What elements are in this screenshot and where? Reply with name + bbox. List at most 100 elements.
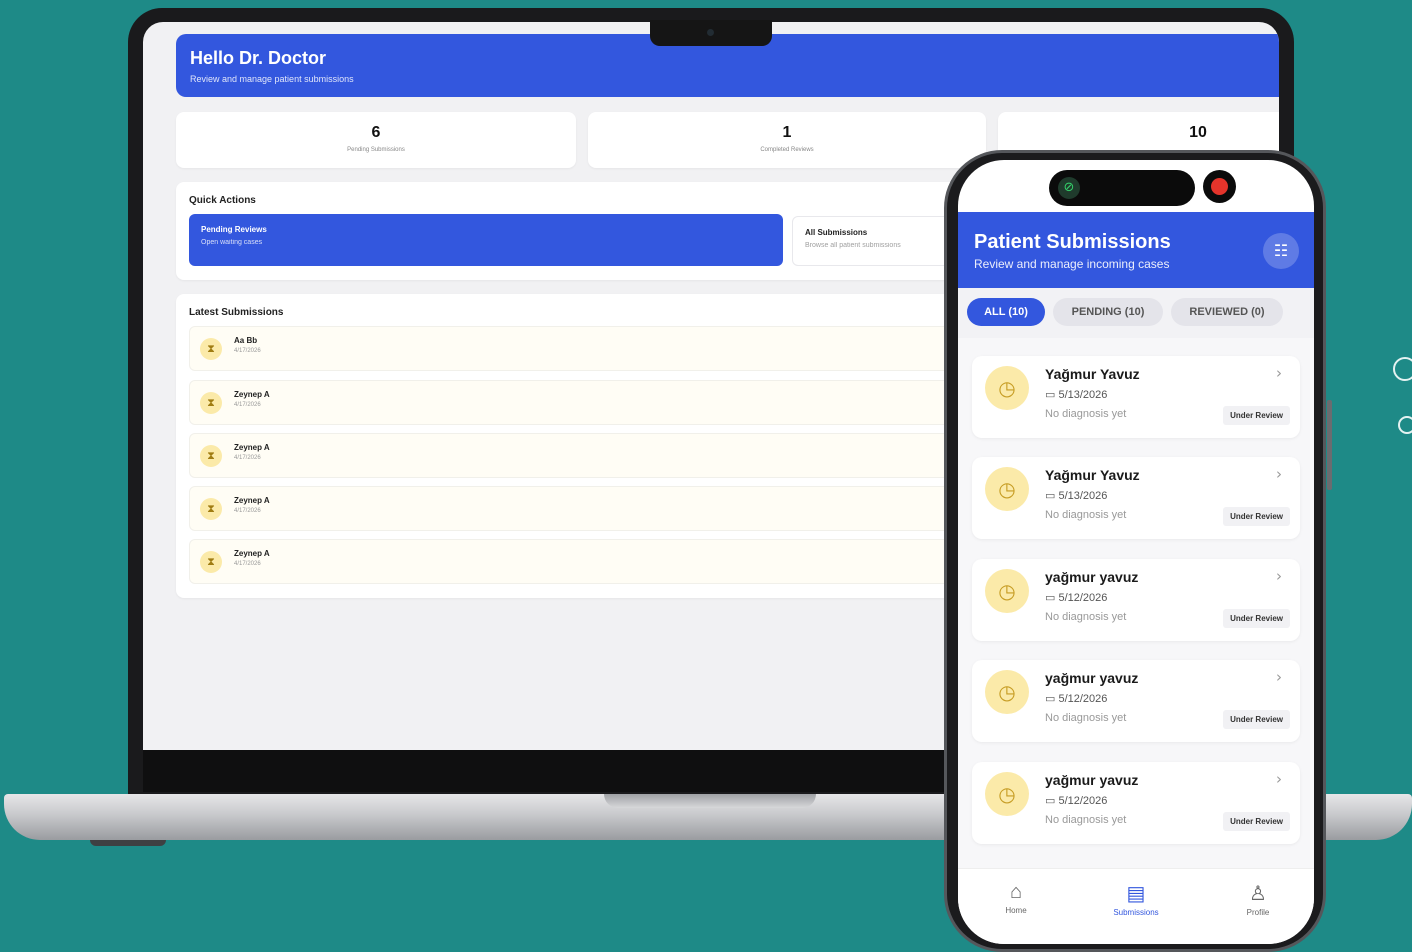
- calendar-icon: ▭: [1045, 592, 1059, 604]
- patient-name: Yağmur Yavuz: [1045, 366, 1140, 382]
- calendar-icon: ▭: [1045, 795, 1059, 807]
- camera-icon: [707, 29, 714, 36]
- person-icon: ♙: [1249, 883, 1267, 905]
- submission-date-text: 5/12/2026: [1058, 592, 1108, 604]
- pending-reviews-button[interactable]: Pending Reviews Open waiting cases: [189, 214, 783, 266]
- hourglass-icon: ⧗: [200, 498, 222, 520]
- patient-name: yağmur yavuz: [1045, 670, 1139, 686]
- tab-all[interactable]: ALL (10): [967, 298, 1045, 326]
- stat-value: 10: [1189, 124, 1207, 141]
- bottom-nav: ⌂ Home ▤ Submissions ♙ Profile: [958, 868, 1314, 944]
- status-badge: Under Review: [1223, 609, 1290, 628]
- chevron-right-icon: ›: [1276, 770, 1282, 788]
- submission-name: Zeynep A: [234, 549, 270, 558]
- submission-card[interactable]: ◷ Yağmur Yavuz ▭ 5/13/2026 No diagnosis …: [972, 356, 1300, 438]
- hourglass-icon: ⧗: [200, 338, 222, 360]
- submission-card[interactable]: ◷ yağmur yavuz ▭ 5/12/2026 No diagnosis …: [972, 660, 1300, 742]
- patient-name: Yağmur Yavuz: [1045, 467, 1140, 483]
- status-badge: Under Review: [1223, 406, 1290, 425]
- decorative-ring: [1398, 416, 1412, 434]
- nav-profile[interactable]: ♙ Profile: [1218, 881, 1298, 917]
- filter-icon[interactable]: ☷: [1263, 233, 1299, 269]
- submission-list: ◷ Yağmur Yavuz ▭ 5/13/2026 No diagnosis …: [958, 338, 1314, 868]
- clock-icon: ◷: [985, 366, 1029, 410]
- submission-name: Aa Bb: [234, 336, 258, 345]
- page-title: Patient Submissions: [974, 231, 1171, 253]
- status-badge: Under Review: [1223, 812, 1290, 831]
- submission-date-text: 5/13/2026: [1058, 389, 1108, 401]
- diagnosis-text: No diagnosis yet: [1045, 712, 1127, 724]
- stat-completed-reviews: 1 Completed Reviews: [588, 112, 986, 168]
- chevron-right-icon: ›: [1276, 668, 1282, 686]
- status-badge: Under Review: [1223, 710, 1290, 729]
- quick-actions-title: Quick Actions: [189, 195, 256, 206]
- chevron-right-icon: ›: [1276, 465, 1282, 483]
- hourglass-icon: ⧗: [200, 392, 222, 414]
- phone-side-button: [1327, 400, 1332, 490]
- patient-name: yağmur yavuz: [1045, 569, 1139, 585]
- greeting-title: Hello Dr. Doctor: [190, 48, 327, 68]
- clock-icon: ◷: [985, 569, 1029, 613]
- calendar-icon: ▭: [1045, 389, 1059, 401]
- diagnosis-text: No diagnosis yet: [1045, 611, 1127, 623]
- status-badge: Under Review: [1223, 507, 1290, 526]
- link-app-icon: ⊘: [1058, 177, 1080, 199]
- stat-pending-submissions: 6 Pending Submissions: [176, 112, 576, 168]
- pending-reviews-subtitle: Open waiting cases: [201, 239, 263, 246]
- submission-date: 4/17/2026: [234, 561, 261, 567]
- tab-reviewed[interactable]: REVIEWED (0): [1171, 298, 1283, 326]
- submission-name: Zeynep A: [234, 496, 270, 505]
- tab-pending[interactable]: PENDING (10): [1053, 298, 1163, 326]
- page-subtitle: Review and manage incoming cases: [974, 257, 1170, 271]
- document-icon: ▤: [1126, 883, 1146, 905]
- submission-date: 4/17/2026: [234, 348, 261, 354]
- diagnosis-text: No diagnosis yet: [1045, 509, 1127, 521]
- nav-submissions-label: Submissions: [1113, 908, 1159, 917]
- submission-date: ▭ 5/13/2026: [1045, 388, 1107, 401]
- calendar-icon: ▭: [1045, 490, 1059, 502]
- submission-date-text: 5/13/2026: [1058, 490, 1108, 502]
- stat-value: 6: [371, 124, 381, 141]
- submission-date: 4/17/2026: [234, 455, 261, 461]
- nav-submissions[interactable]: ▤ Submissions: [1096, 881, 1176, 917]
- nav-profile-label: Profile: [1246, 908, 1270, 917]
- nav-home[interactable]: ⌂ Home: [976, 881, 1056, 915]
- diagnosis-text: No diagnosis yet: [1045, 814, 1127, 826]
- pending-reviews-label: Pending Reviews: [201, 225, 267, 234]
- submission-date-text: 5/12/2026: [1058, 795, 1108, 807]
- filter-tabs: ALL (10) PENDING (10) REVIEWED (0): [958, 288, 1314, 338]
- greeting-subtitle: Review and manage patient submissions: [190, 74, 354, 84]
- calendar-icon: ▭: [1045, 693, 1059, 705]
- nav-home-label: Home: [1005, 906, 1027, 915]
- hourglass-icon: ⧗: [200, 445, 222, 467]
- submission-card[interactable]: ◷ yağmur yavuz ▭ 5/12/2026 No diagnosis …: [972, 762, 1300, 844]
- submission-date: 4/17/2026: [234, 402, 261, 408]
- submission-date: ▭ 5/12/2026: [1045, 692, 1107, 705]
- laptop-foot: [90, 840, 166, 846]
- submission-card[interactable]: ◷ yağmur yavuz ▭ 5/12/2026 No diagnosis …: [972, 559, 1300, 641]
- mobile-app-screen: Patient Submissions Review and manage in…: [958, 160, 1314, 944]
- decorative-ring: [1393, 357, 1412, 381]
- submission-date: ▭ 5/12/2026: [1045, 591, 1107, 604]
- clock-icon: ◷: [985, 772, 1029, 816]
- latest-submissions-title: Latest Submissions: [189, 307, 284, 318]
- submission-date: ▭ 5/13/2026: [1045, 489, 1107, 502]
- submission-card[interactable]: ◷ Yağmur Yavuz ▭ 5/13/2026 No diagnosis …: [972, 457, 1300, 539]
- chevron-right-icon: ›: [1276, 567, 1282, 585]
- record-dot-icon: [1211, 178, 1228, 195]
- submission-name: Zeynep A: [234, 443, 270, 452]
- diagnosis-text: No diagnosis yet: [1045, 408, 1127, 420]
- patient-name: yağmur yavuz: [1045, 772, 1139, 788]
- clock-icon: ◷: [985, 670, 1029, 714]
- mobile-header: Patient Submissions Review and manage in…: [958, 212, 1314, 288]
- submission-name: Zeynep A: [234, 390, 270, 399]
- submission-date: ▭ 5/12/2026: [1045, 794, 1107, 807]
- submission-date-text: 5/12/2026: [1058, 693, 1108, 705]
- submission-date: 4/17/2026: [234, 508, 261, 514]
- stat-label: Pending Submissions: [347, 147, 405, 153]
- clock-icon: ◷: [985, 467, 1029, 511]
- hourglass-icon: ⧗: [200, 551, 222, 573]
- home-icon: ⌂: [1009, 881, 1023, 903]
- stat-label: Completed Reviews: [760, 147, 814, 153]
- laptop-groove: [604, 794, 816, 808]
